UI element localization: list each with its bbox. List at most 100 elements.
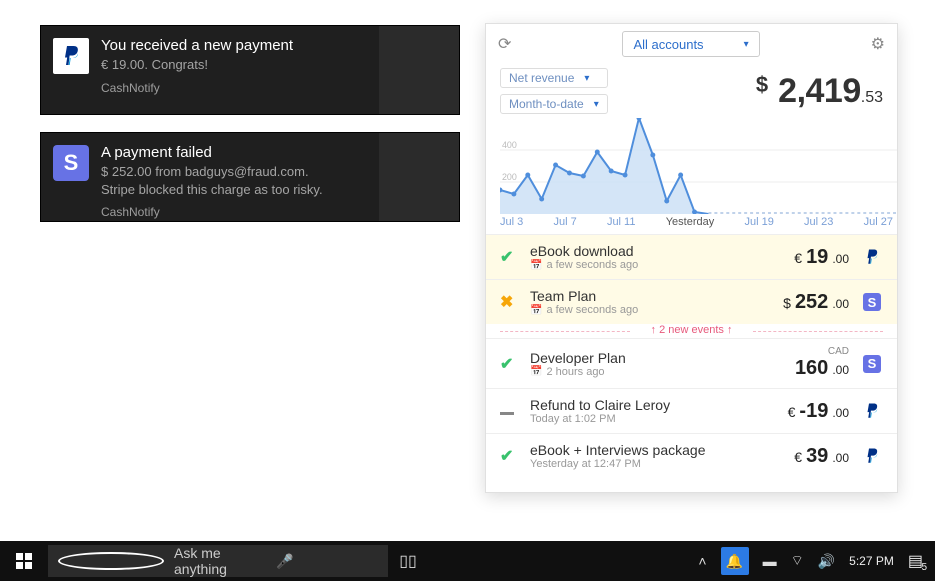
- action-center-icon[interactable]: ▤5: [908, 551, 923, 571]
- x-tick: Jul 7: [553, 216, 576, 228]
- transaction-row[interactable]: Refund to Claire Leroy Today at 1:02 PM …: [486, 388, 897, 433]
- tx-time: 📅2 hours ago: [530, 366, 747, 378]
- metric-label: Net revenue: [509, 71, 574, 85]
- x-tick: Jul 23: [804, 216, 833, 228]
- gear-icon[interactable]: ⚙: [871, 34, 885, 54]
- battery-icon[interactable]: ▬: [763, 553, 777, 569]
- tx-name: Team Plan: [530, 288, 747, 304]
- calendar-icon: 📅: [530, 260, 542, 271]
- x-tick: Jul 27: [864, 216, 893, 228]
- toast-line: Stripe blocked this charge as too risky.: [101, 181, 371, 199]
- tx-name: Developer Plan: [530, 350, 747, 366]
- wifi-icon[interactable]: ⌔: [791, 552, 804, 570]
- line-chart: 400 200: [500, 118, 897, 214]
- x-tick: Yesterday: [666, 216, 715, 228]
- transaction-row[interactable]: ✖ Team Plan 📅a few seconds ago $252.00 S: [486, 279, 897, 324]
- transaction-row[interactable]: ✔ eBook + Interviews package Yesterday a…: [486, 433, 897, 478]
- transaction-row[interactable]: ✔ eBook download 📅a few seconds ago €19.…: [486, 234, 897, 279]
- account-dropdown[interactable]: All accounts ▾: [622, 31, 759, 57]
- volume-icon[interactable]: 🔊: [818, 553, 835, 570]
- x-tick: Jul 3: [500, 216, 523, 228]
- chevron-down-icon: ▾: [744, 39, 749, 50]
- stripe-icon: S: [863, 293, 881, 311]
- transaction-list: ✔ eBook download 📅a few seconds ago €19.…: [486, 234, 897, 492]
- search-box[interactable]: Ask me anything 🎤: [48, 545, 388, 577]
- svg-text:200: 200: [502, 172, 517, 182]
- provider-icon: [861, 402, 883, 420]
- chart-area: 400 200 Jul 3 Jul 7 Jul 11 Yesterday Jul…: [486, 114, 897, 234]
- tx-time: Today at 1:02 PM: [530, 413, 747, 425]
- tx-name: eBook + Interviews package: [530, 442, 747, 458]
- range-dropdown[interactable]: Month-to-date ▾: [500, 94, 608, 114]
- search-placeholder: Ask me anything: [174, 545, 276, 577]
- tx-amount: €-19.00: [759, 400, 849, 423]
- toast-app: CashNotify: [101, 204, 371, 220]
- refresh-icon[interactable]: ⟳: [498, 34, 511, 54]
- currency-symbol: $: [756, 72, 768, 97]
- new-events-divider: ↑ 2 new events ↑: [500, 324, 883, 338]
- panel-toolbar: ⟳ All accounts ▾ ⚙: [486, 24, 897, 64]
- range-label: Month-to-date: [509, 97, 584, 111]
- svg-text:400: 400: [502, 140, 517, 150]
- status-icon: ✖: [500, 292, 518, 312]
- microphone-icon[interactable]: 🎤: [276, 553, 378, 570]
- x-tick: Jul 11: [607, 216, 636, 228]
- start-button[interactable]: [0, 553, 48, 569]
- tx-name: Refund to Claire Leroy: [530, 397, 747, 413]
- filter-group: Net revenue ▾ Month-to-date ▾: [500, 68, 608, 114]
- tx-amount: €19.00: [759, 246, 849, 269]
- minus-icon: [500, 412, 514, 415]
- total-amount: $2,419.53: [756, 68, 883, 111]
- metric-dropdown[interactable]: Net revenue ▾: [500, 68, 608, 88]
- chart-x-axis: Jul 3 Jul 7 Jul 11 Yesterday Jul 19 Jul …: [500, 214, 897, 234]
- cortana-icon: [58, 552, 164, 570]
- toast-body: A payment failed $ 252.00 from badguys@f…: [101, 133, 379, 221]
- provider-icon: [861, 248, 883, 266]
- calendar-icon: 📅: [530, 366, 542, 377]
- provider-icon: S: [861, 293, 883, 311]
- status-icon: ✔: [500, 446, 518, 466]
- paypal-icon: [53, 38, 89, 74]
- toast-action-strip[interactable]: [379, 26, 459, 114]
- provider-icon: [861, 447, 883, 465]
- toast-title: You received a new payment: [101, 36, 371, 56]
- notif-count: 5: [921, 562, 927, 573]
- toast-icon: S: [41, 133, 101, 221]
- toast-icon: [41, 26, 101, 114]
- transaction-row[interactable]: ✔ Developer Plan 📅2 hours ago CAD 160.00…: [486, 338, 897, 388]
- dashboard-panel: ⟳ All accounts ▾ ⚙ Net revenue ▾ Month-t…: [485, 23, 898, 493]
- amount-cents: .53: [861, 89, 883, 106]
- x-tick: Jul 19: [744, 216, 773, 228]
- metrics-row: Net revenue ▾ Month-to-date ▾ $2,419.53: [486, 64, 897, 114]
- tx-time: Yesterday at 12:47 PM: [530, 458, 747, 470]
- task-view-button[interactable]: ▯▯: [388, 551, 428, 571]
- provider-icon: S: [861, 355, 883, 373]
- tx-time: 📅a few seconds ago: [530, 259, 747, 271]
- status-icon: ✔: [500, 354, 518, 374]
- taskbar-clock[interactable]: 5:27 PM: [849, 554, 894, 568]
- paypal-icon: [863, 248, 881, 266]
- tx-amount: €39.00: [759, 445, 849, 468]
- tx-name: eBook download: [530, 243, 747, 259]
- stripe-icon: S: [863, 355, 881, 373]
- windows-icon: [16, 553, 32, 569]
- status-icon: ✔: [500, 247, 518, 267]
- status-icon: [500, 402, 518, 420]
- toast-body: You received a new payment € 19.00. Cong…: [101, 26, 379, 114]
- system-tray: ˄ 🔔 ▬ ⌔ 🔊 5:27 PM ▤5: [698, 541, 935, 581]
- toast-line: € 19.00. Congrats!: [101, 56, 371, 74]
- taskbar: Ask me anything 🎤 ▯▯ ˄ 🔔 ▬ ⌔ 🔊 5:27 PM ▤…: [0, 541, 935, 581]
- toast-title: A payment failed: [101, 143, 371, 163]
- tx-amount: $252.00: [759, 291, 849, 314]
- tx-amount: CAD 160.00: [759, 347, 849, 380]
- chevron-down-icon: ▾: [594, 99, 599, 110]
- tray-chevron-icon[interactable]: ˄: [698, 553, 706, 569]
- account-dropdown-label: All accounts: [633, 37, 703, 52]
- toast-payment-received[interactable]: You received a new payment € 19.00. Cong…: [40, 25, 460, 115]
- toast-payment-failed[interactable]: S A payment failed $ 252.00 from badguys…: [40, 132, 460, 222]
- toast-action-strip[interactable]: [379, 133, 459, 221]
- cashnotify-tray-icon[interactable]: 🔔: [721, 547, 749, 575]
- toast-app: CashNotify: [101, 80, 371, 96]
- paypal-icon: [863, 447, 881, 465]
- stripe-icon: S: [53, 145, 89, 181]
